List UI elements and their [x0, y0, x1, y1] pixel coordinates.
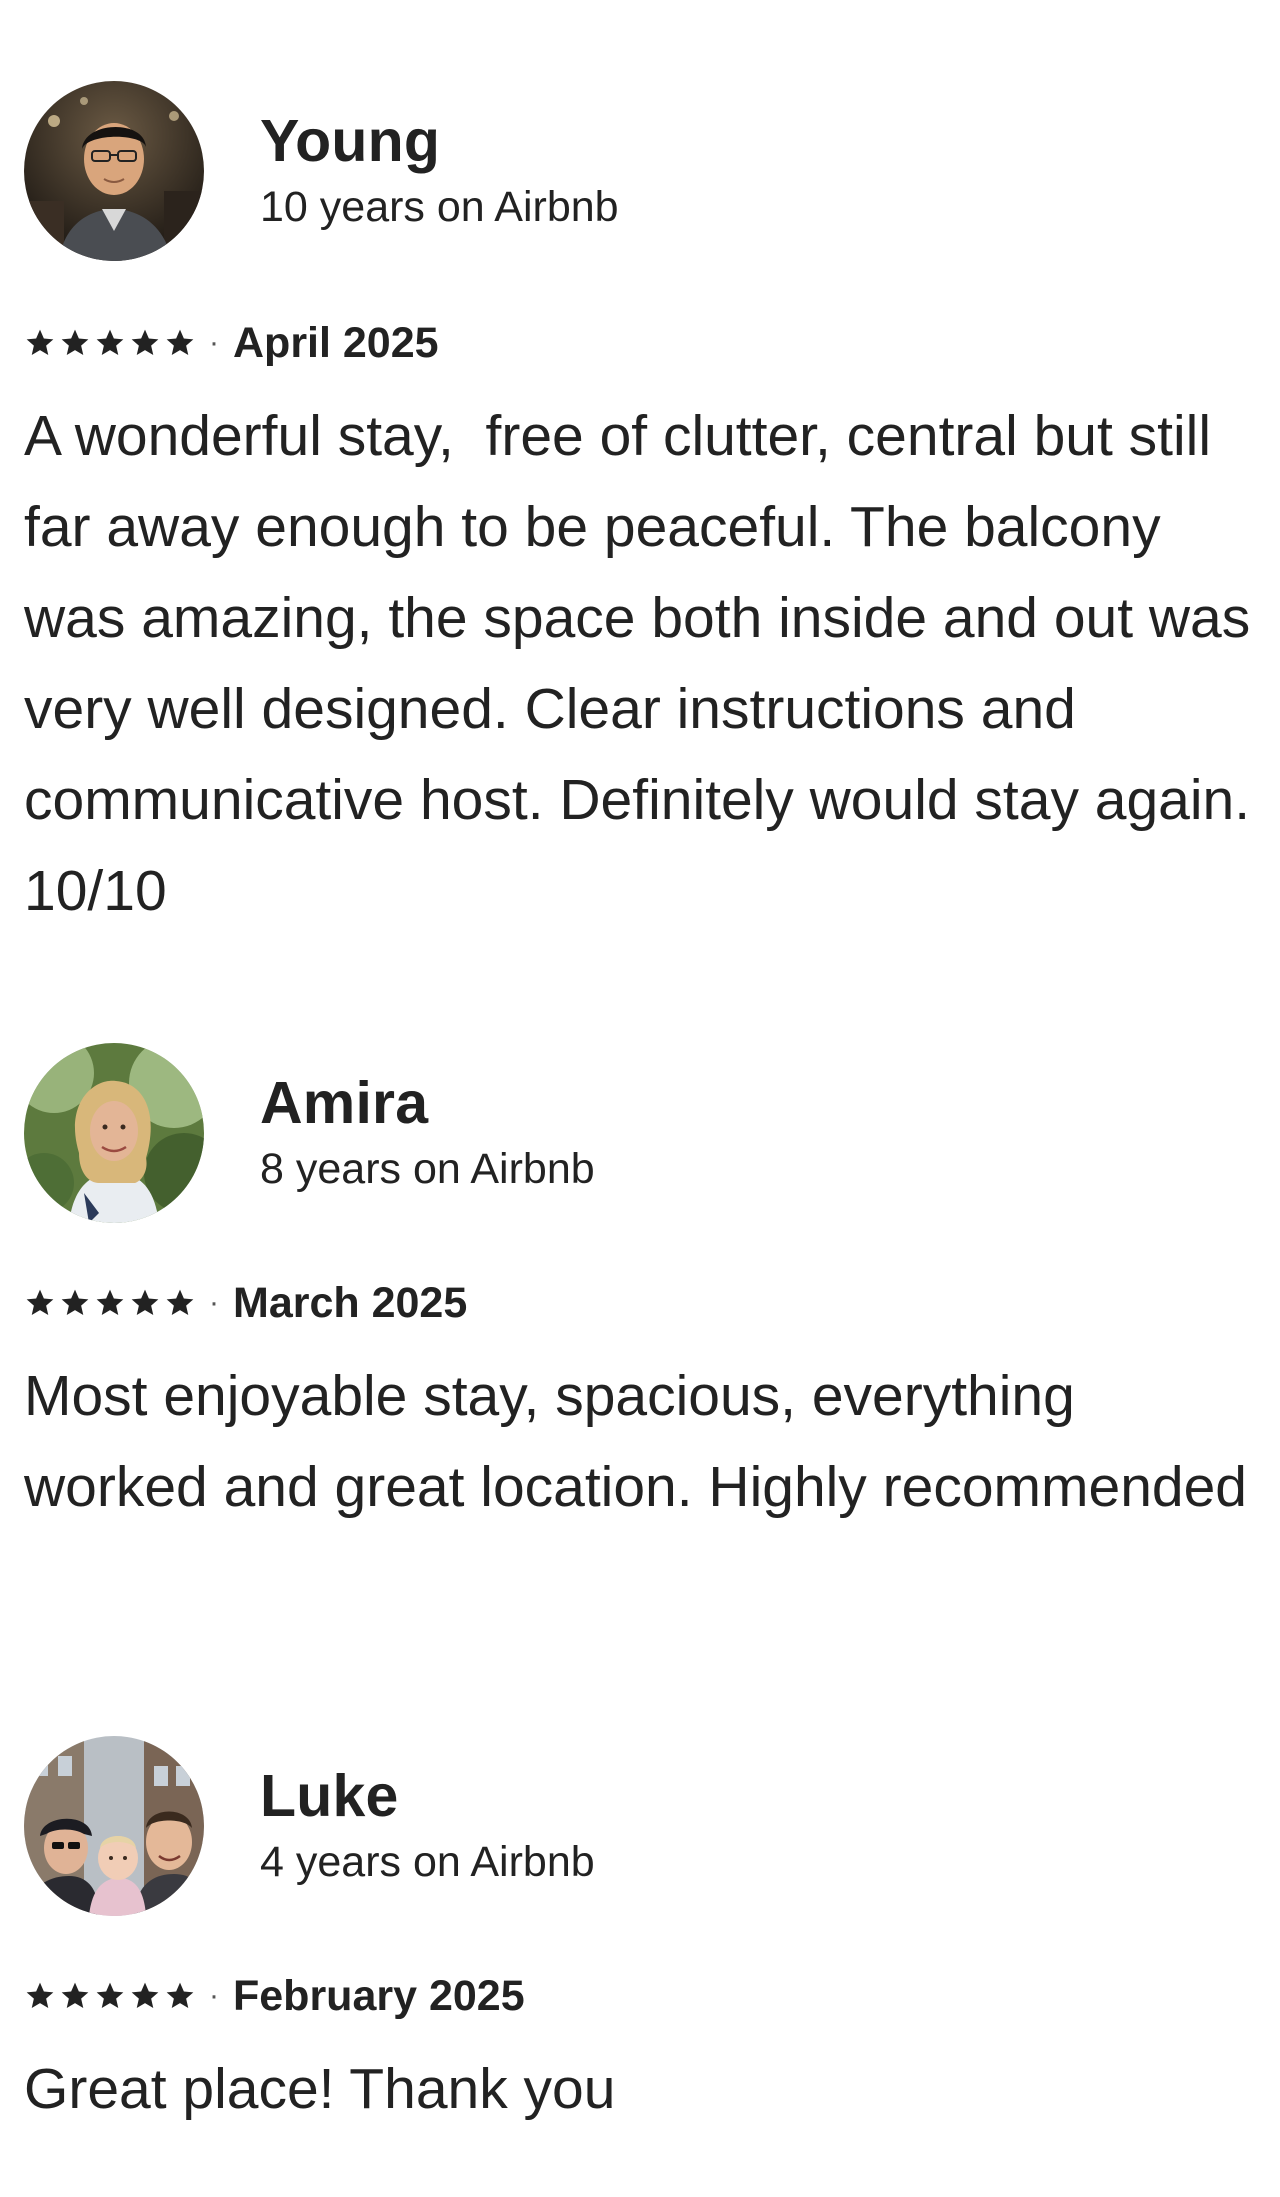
star-icon	[164, 1980, 196, 2012]
star-icon	[164, 327, 196, 359]
reviewer-tenure: 10 years on Airbnb	[260, 183, 619, 231]
review-date: April 2025	[233, 319, 439, 367]
review-meta: · April 2025	[24, 315, 1256, 371]
review-meta: · February 2025	[24, 1968, 1256, 2024]
reviewer-name[interactable]: Amira	[260, 1070, 595, 1136]
star-icon	[59, 1287, 91, 1319]
reviewer-header[interactable]: Young 10 years on Airbnb	[24, 81, 1256, 261]
review-date: March 2025	[233, 1279, 468, 1327]
meta-separator: ·	[209, 326, 219, 359]
star-icon	[24, 1287, 56, 1319]
avatar[interactable]	[24, 1736, 204, 1916]
review-meta: · March 2025	[24, 1275, 1256, 1331]
star-icon	[24, 1980, 56, 2012]
reviewer-tenure: 4 years on Airbnb	[260, 1838, 595, 1886]
avatar-photo-luke	[24, 1736, 204, 1916]
reviewer-header[interactable]: Luke 4 years on Airbnb	[24, 1736, 1256, 1916]
review-item: Amira 8 years on Airbnb · March 2025 Mos…	[24, 1043, 1256, 1533]
star-rating	[24, 1287, 199, 1319]
review-text: A wonderful stay, free of clutter, centr…	[24, 404, 1267, 923]
reviewer-name[interactable]: Young	[260, 108, 619, 174]
reviewer-header[interactable]: Amira 8 years on Airbnb	[24, 1043, 1256, 1223]
avatar-photo-young	[24, 81, 204, 261]
star-icon	[59, 1980, 91, 2012]
review-date: February 2025	[233, 1972, 525, 2020]
star-icon	[24, 327, 56, 359]
star-icon	[94, 327, 126, 359]
review-text: Great place! Thank you	[24, 2057, 616, 2121]
star-icon	[129, 1980, 161, 2012]
avatar[interactable]	[24, 81, 204, 261]
star-icon	[94, 1287, 126, 1319]
star-icon	[164, 1287, 196, 1319]
star-icon	[129, 1287, 161, 1319]
reviewer-tenure: 8 years on Airbnb	[260, 1145, 595, 1193]
star-icon	[129, 327, 161, 359]
review-item: Luke 4 years on Airbnb · February 2025 G…	[24, 1736, 1256, 2135]
review-text: Most enjoyable stay, spacious, everythin…	[24, 1364, 1247, 1519]
meta-separator: ·	[209, 1286, 219, 1319]
star-icon	[59, 327, 91, 359]
meta-separator: ·	[209, 1979, 219, 2012]
avatar-photo-amira	[24, 1043, 204, 1223]
review-item: Young 10 years on Airbnb · April 2025 A …	[24, 81, 1256, 937]
avatar[interactable]	[24, 1043, 204, 1223]
star-rating	[24, 327, 199, 359]
star-rating	[24, 1980, 199, 2012]
star-icon	[94, 1980, 126, 2012]
reviewer-name[interactable]: Luke	[260, 1763, 595, 1829]
